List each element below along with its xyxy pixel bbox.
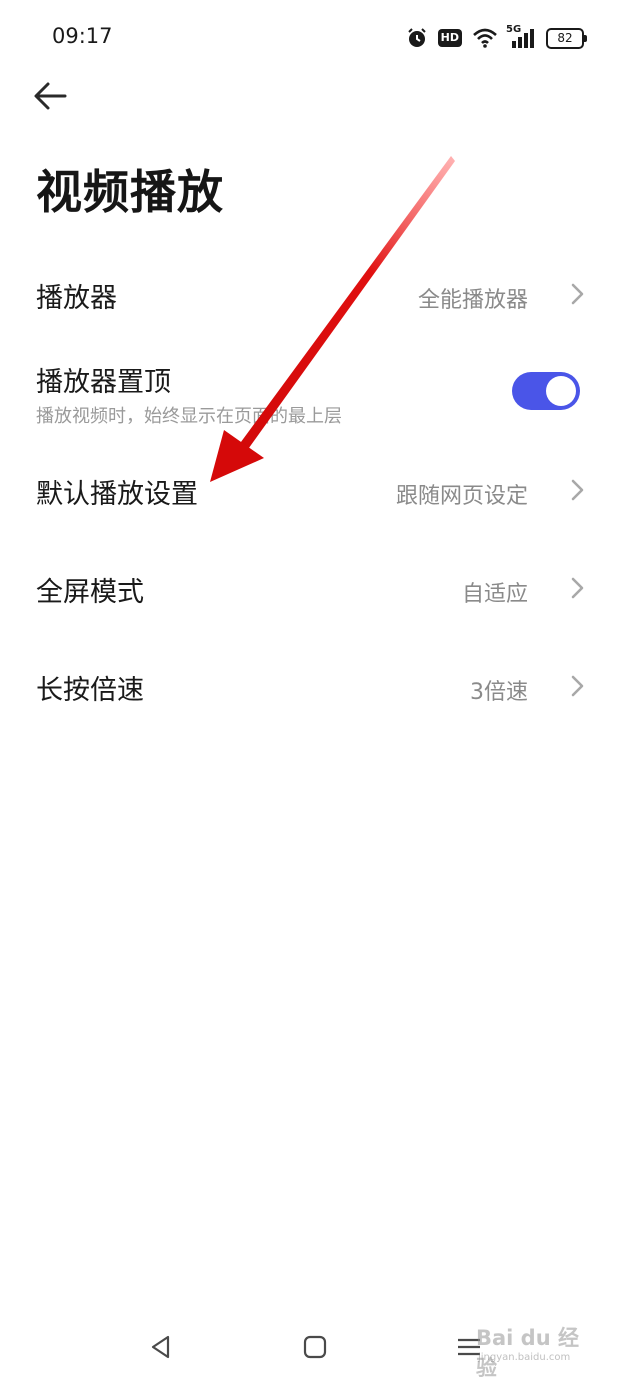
- player-label: 播放器: [36, 283, 117, 314]
- alarm-icon: [407, 28, 426, 47]
- wifi-icon: [473, 28, 497, 48]
- back-triangle-icon[interactable]: [146, 1332, 176, 1362]
- pin-player-label: 播放器置顶: [36, 367, 171, 398]
- default-play-value: 跟随网页设定: [395, 484, 528, 509]
- pin-player-toggle[interactable]: [512, 372, 580, 410]
- default-play-label: 默认播放设置: [36, 479, 198, 510]
- battery-level: 82: [557, 31, 573, 45]
- pin-player-description: 播放视频时，始终显示在页面的最上层: [36, 406, 342, 427]
- setting-row-fullscreen-mode[interactable]: 全屏模式 自适应: [0, 556, 620, 622]
- player-value: 全能播放器: [417, 288, 528, 313]
- chevron-right-icon: [571, 283, 584, 305]
- fullscreen-mode-value: 自适应: [461, 582, 528, 607]
- hd-icon: HD: [437, 29, 462, 47]
- toggle-knob: [546, 376, 576, 406]
- chevron-right-icon: [571, 577, 584, 599]
- status-icons: HD 5G 82: [406, 24, 587, 52]
- setting-row-player[interactable]: 播放器 全能播放器: [0, 262, 620, 328]
- back-button[interactable]: [30, 76, 70, 116]
- chevron-right-icon: [571, 479, 584, 501]
- long-press-speed-label: 长按倍速: [36, 675, 144, 706]
- setting-row-long-press-speed[interactable]: 长按倍速 3倍速: [0, 654, 620, 720]
- watermark-url: jingyan.baidu.com: [478, 1352, 571, 1363]
- baidu-watermark: Bai du 经验 jingyan.baidu.com: [476, 1322, 596, 1380]
- signal-icon: 5G: [506, 24, 536, 49]
- page-title: 视频播放: [36, 165, 224, 219]
- battery-icon: 82: [546, 27, 587, 49]
- setting-row-default-play[interactable]: 默认播放设置 跟随网页设定: [0, 458, 620, 524]
- fullscreen-mode-label: 全屏模式: [36, 577, 144, 608]
- home-square-icon[interactable]: [300, 1332, 330, 1362]
- status-bar: 09:17 HD 5G 82: [0, 0, 620, 76]
- status-time: 09:17: [52, 24, 113, 48]
- back-arrow-icon: [34, 82, 67, 110]
- chevron-right-icon: [571, 675, 584, 697]
- long-press-speed-value: 3倍速: [470, 680, 528, 705]
